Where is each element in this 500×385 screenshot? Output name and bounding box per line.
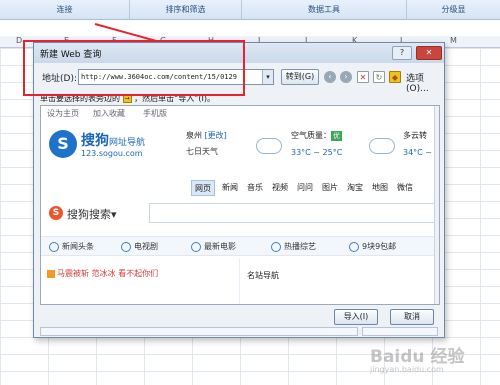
deals-icon [349, 241, 359, 252]
status-segment [362, 327, 438, 336]
category-bar: 新闻头条 电视剧 最新电影 热播综艺 9块9包邮 [41, 236, 439, 256]
cloud-icon [256, 138, 282, 154]
refresh-icon[interactable]: ↻ [373, 71, 385, 83]
search-tabs: 网页 新闻 音乐 视频 问问 图片 淘宝 地图 微信 [41, 180, 439, 196]
import-button[interactable]: 导入(I) [334, 309, 378, 325]
hide-icons-icon[interactable]: ◆ [389, 71, 401, 83]
web-preview-pane[interactable]: 设为主页 加入收藏 手机版 S 搜狗网址导航 123.sogou.com 泉州 … [40, 105, 440, 305]
category-label: 最新电影 [204, 242, 236, 251]
category-movies[interactable]: 最新电影 [191, 241, 236, 252]
film-icon [191, 241, 201, 252]
category-deals[interactable]: 9块9包邮 [349, 241, 396, 252]
city-info: 泉州 [更改] [186, 130, 227, 141]
category-label: 电视剧 [134, 242, 158, 251]
chevron-down-icon: ▾ [111, 208, 117, 221]
webpage-top-links: 设为主页 加入收藏 手机版 [41, 106, 439, 120]
weather-tomorrow: 多云转 [403, 131, 427, 140]
category-tv[interactable]: 电视剧 [121, 241, 158, 252]
annotation-highlight-box [23, 40, 245, 96]
status-bar [40, 327, 438, 336]
tab-web[interactable]: 网页 [191, 180, 215, 196]
cancel-button[interactable]: 取消 [390, 309, 434, 325]
city-change-link[interactable]: [更改] [205, 131, 227, 140]
sogou-search-icon: S [49, 206, 63, 220]
category-variety[interactable]: 热播综艺 [271, 241, 316, 252]
search-input[interactable] [149, 203, 439, 223]
address-dropdown-icon[interactable]: ▾ [262, 70, 273, 84]
news-item[interactable]: 马震被斩 范冰冰 看不起你们 [47, 268, 158, 279]
mobile-link[interactable]: 手机版 [143, 108, 167, 119]
tab-taobao[interactable]: 淘宝 [344, 180, 366, 196]
tv-icon [121, 241, 131, 252]
category-headlines[interactable]: 新闻头条 [49, 241, 94, 252]
variety-icon [271, 241, 281, 252]
tab-news[interactable]: 新闻 [219, 180, 241, 196]
category-label: 新闻头条 [62, 242, 94, 251]
air-quality-badge: 优 [331, 131, 342, 141]
sites-heading: 名站导航 [247, 271, 279, 280]
city-name: 泉州 [186, 131, 202, 140]
temperature-today: 33°C ~ 25°C [291, 148, 343, 157]
back-icon[interactable]: ‹ [324, 71, 336, 83]
temperature-tomorrow: 34°C ~ [403, 148, 433, 157]
search-bar: S 搜狗搜索▾ [49, 202, 439, 224]
brand-suffix: 网址导航 [109, 138, 146, 148]
tab-wenwen[interactable]: 问问 [294, 180, 316, 196]
watermark: Baidu 经验 jingyan.baidu.com [370, 342, 464, 374]
status-segment [40, 327, 358, 336]
tab-music[interactable]: 音乐 [244, 180, 266, 196]
go-button[interactable]: 转到(G) [281, 69, 319, 85]
category-label: 9块9包邮 [362, 242, 397, 251]
watermark-text: Baidu 经验 [370, 347, 465, 367]
tab-images[interactable]: 图片 [319, 180, 341, 196]
air-quality: 空气质量：优 [291, 130, 342, 141]
air-quality-label: 空气质量： [291, 131, 331, 140]
brand-name[interactable]: 搜狗网址导航 [81, 130, 145, 150]
news-item-text: 马震被斩 范冰冰 看不起你们 [57, 269, 159, 278]
web-pane-scrollbar[interactable] [434, 106, 439, 304]
category-label: 热播综艺 [284, 242, 316, 251]
divider [239, 258, 240, 304]
sogou-logo-icon[interactable]: S [49, 130, 77, 158]
options-button[interactable]: 选项(O)... [406, 71, 444, 94]
news-bullet-icon [47, 269, 55, 278]
search-engine-name: 搜狗搜索 [67, 208, 111, 221]
brand-main: 搜狗 [81, 133, 109, 149]
set-homepage-link[interactable]: 设为主页 [47, 108, 79, 119]
forward-icon[interactable]: › [340, 71, 352, 83]
forecast-link[interactable]: 七日天气 [186, 146, 218, 157]
tab-weixin[interactable]: 微信 [394, 180, 416, 196]
close-button[interactable]: ✕ [416, 46, 442, 60]
tab-video[interactable]: 视频 [269, 180, 291, 196]
stop-icon[interactable]: ✕ [357, 71, 369, 83]
tab-maps[interactable]: 地图 [369, 180, 391, 196]
news-icon [49, 241, 59, 252]
cloud-icon [369, 138, 395, 154]
brand-url: 123.sogou.com [81, 149, 143, 158]
search-engine-select[interactable]: 搜狗搜索▾ [67, 206, 117, 222]
help-button[interactable]: ? [392, 46, 412, 60]
add-favorite-link[interactable]: 加入收藏 [93, 108, 125, 119]
